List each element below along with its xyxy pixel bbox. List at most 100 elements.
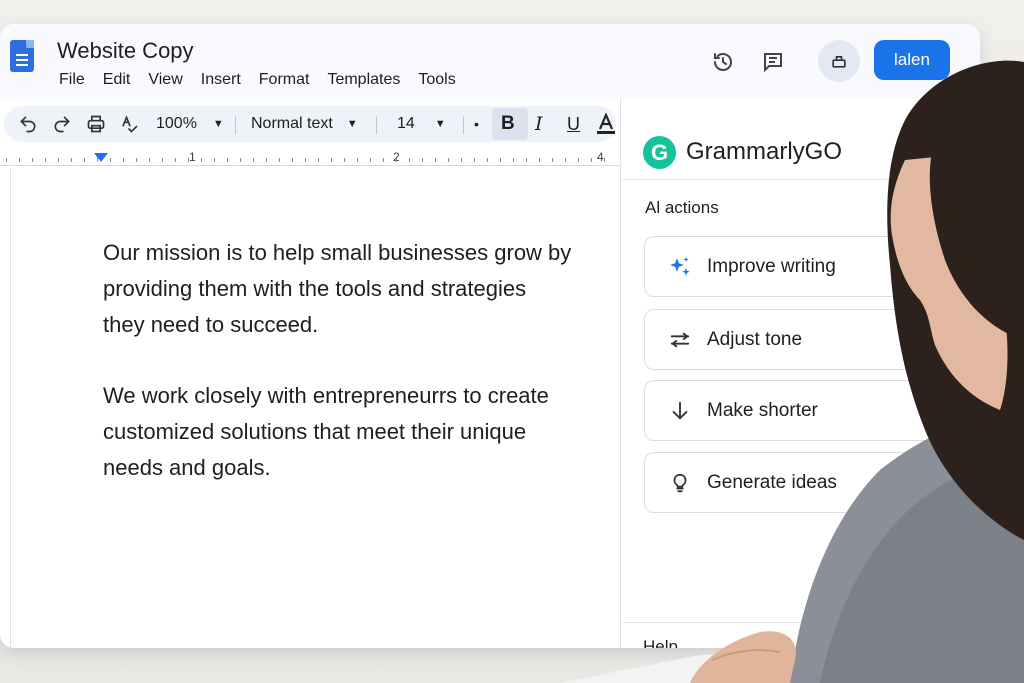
text-color-icon[interactable] xyxy=(596,106,616,142)
menu-edit[interactable]: Edit xyxy=(103,71,131,89)
ruler-tick xyxy=(357,158,358,162)
bullet-icon[interactable]: • xyxy=(474,106,479,142)
ruler-tick xyxy=(539,158,540,162)
font-size-select[interactable]: 14 ▼ xyxy=(397,106,446,142)
menu-tools[interactable]: Tools xyxy=(418,71,455,89)
underline-icon[interactable]: U xyxy=(567,106,580,142)
ruler-tick xyxy=(149,158,150,162)
ruler-tick xyxy=(292,158,293,162)
ruler-tick xyxy=(97,158,98,162)
panel-divider xyxy=(621,179,980,180)
docs-logo-icon[interactable] xyxy=(10,40,34,72)
ruler-tick xyxy=(136,158,137,162)
ruler-tick xyxy=(513,158,514,162)
toolbar-divider xyxy=(376,116,377,134)
ruler-tick xyxy=(110,158,111,162)
ruler-tick xyxy=(526,158,527,162)
ruler-mark: 1 xyxy=(189,150,196,164)
chevron-down-icon: ▼ xyxy=(346,118,358,130)
horizontal-ruler: 1 2 4 xyxy=(0,148,620,166)
ruler-tick xyxy=(422,158,423,162)
ruler-tick xyxy=(305,158,306,162)
adjust-tone-button[interactable]: Adjust tone xyxy=(644,309,934,370)
ruler-tick xyxy=(227,158,228,162)
ruler-tick xyxy=(474,158,475,162)
bold-icon[interactable]: B xyxy=(501,106,515,142)
document-title[interactable]: Website Copy xyxy=(57,38,194,64)
ruler-tick xyxy=(396,158,397,162)
ruler-tick xyxy=(383,158,384,162)
ruler-tick xyxy=(604,158,605,162)
make-shorter-button[interactable]: Make shorter xyxy=(644,380,934,441)
share-button[interactable]: lalen xyxy=(874,40,950,80)
text-line: We work closely with entrepreneurrs to c… xyxy=(103,383,549,408)
ruler-tick xyxy=(435,158,436,162)
docs-header: Website Copy File Edit View Insert Forma… xyxy=(0,24,980,100)
body-paragraph[interactable]: We work closely with entrepreneurrs to c… xyxy=(103,378,619,486)
ruler-tick xyxy=(487,158,488,162)
chevron-down-icon: ▼ xyxy=(212,118,224,130)
ruler-tick xyxy=(331,158,332,162)
ruler-tick xyxy=(175,158,176,162)
menu-file[interactable]: File xyxy=(59,71,85,89)
ruler-tick xyxy=(318,158,319,162)
comments-icon[interactable] xyxy=(759,48,787,76)
text-line: providing them with the tools and strate… xyxy=(103,276,527,301)
font-size-value: 14 xyxy=(397,115,415,132)
ruler-tick xyxy=(279,158,280,162)
share-settings-button[interactable] xyxy=(818,40,860,82)
undo-icon[interactable] xyxy=(18,106,38,142)
ruler-tick xyxy=(123,158,124,162)
document-page[interactable]: Our mission is to help small businesses … xyxy=(10,167,620,648)
version-history-icon[interactable] xyxy=(709,48,737,76)
zoom-select[interactable]: 100% ▼ xyxy=(156,106,224,142)
generate-ideas-button[interactable]: Generate ideas xyxy=(644,452,934,513)
ruler-tick xyxy=(58,158,59,162)
sparkle-icon xyxy=(667,254,693,280)
toolbar-divider xyxy=(235,116,236,134)
ruler-tick xyxy=(461,158,462,162)
paragraph-style-value: Normal text xyxy=(251,115,333,132)
panel-title: GrammarlyGO xyxy=(686,138,842,165)
ruler-tick xyxy=(565,158,566,162)
body-paragraph[interactable]: Our mission is to help small businesses … xyxy=(103,235,619,343)
zoom-value: 100% xyxy=(156,115,197,132)
ruler-tick xyxy=(591,158,592,162)
italic-icon[interactable]: I xyxy=(535,106,543,142)
redo-icon[interactable] xyxy=(52,106,72,142)
ruler-tick xyxy=(552,158,553,162)
ruler-tick xyxy=(214,158,215,162)
text-line: they need to succeed. xyxy=(103,312,319,337)
menu-view[interactable]: View xyxy=(148,71,182,89)
grammarly-side-panel: G GrammarlyGO Al actions Improve writing… xyxy=(620,98,980,648)
action-label: Generate ideas xyxy=(707,471,837,493)
improve-writing-button[interactable]: Improve writing xyxy=(644,236,934,297)
ruler-tick xyxy=(344,158,345,162)
menu-format[interactable]: Format xyxy=(259,71,310,89)
lock-icon xyxy=(832,56,846,68)
ruler-tick xyxy=(6,158,7,162)
ruler-tick xyxy=(578,158,579,162)
text-line: needs and goals. xyxy=(103,455,271,480)
ruler-tick xyxy=(266,158,267,162)
ruler-mark: 4 xyxy=(597,150,604,164)
paragraph-style-select[interactable]: Normal text ▼ xyxy=(251,106,358,142)
action-label: Adjust tone xyxy=(707,328,803,350)
ruler-tick xyxy=(188,158,189,162)
toolbar-divider xyxy=(463,116,464,134)
grammarly-logo-icon: G xyxy=(643,136,676,169)
sliders-icon xyxy=(667,327,693,353)
ruler-tick xyxy=(32,158,33,162)
print-icon[interactable] xyxy=(86,106,106,142)
ruler-tick xyxy=(448,158,449,162)
ruler-tick xyxy=(240,158,241,162)
text-line: customized solutions that meet their uni… xyxy=(103,419,527,444)
ruler-tick xyxy=(71,158,72,162)
chevron-down-icon: ▼ xyxy=(434,118,446,130)
menu-insert[interactable]: Insert xyxy=(201,71,241,89)
menu-templates[interactable]: Templates xyxy=(327,71,400,89)
spellcheck-icon[interactable] xyxy=(119,106,139,142)
ruler-tick xyxy=(370,158,371,162)
help-link[interactable]: Help xyxy=(643,637,678,648)
ruler-tick xyxy=(45,158,46,162)
